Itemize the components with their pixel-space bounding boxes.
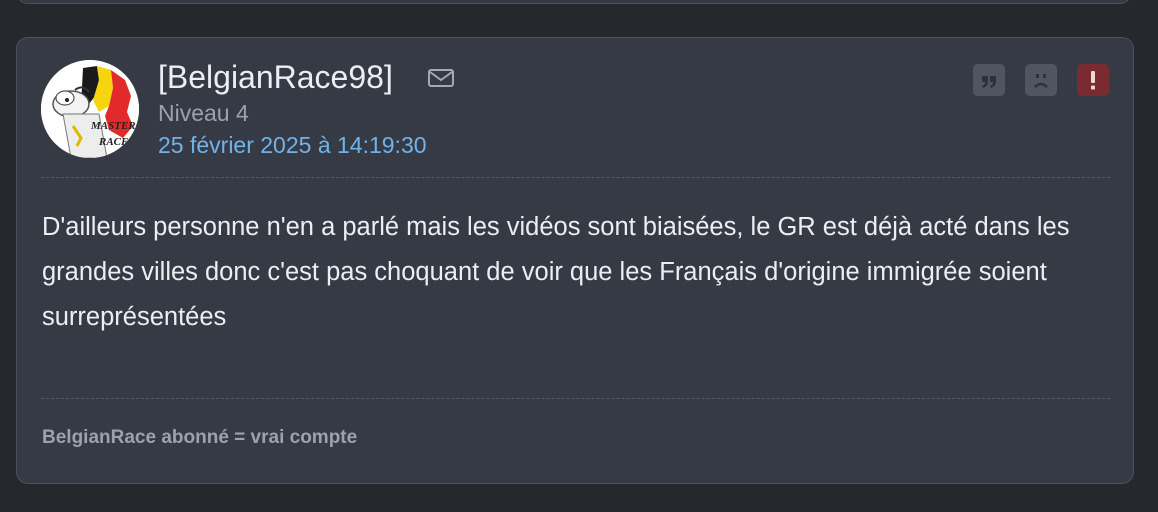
avatar-text-master: MASTER: [90, 120, 136, 132]
author-level: Niveau 4: [158, 100, 249, 126]
forum-post: MASTER RACE [BelgianRace98] Niveau 4 25 …: [16, 37, 1134, 484]
sad-face-icon: [1034, 74, 1048, 88]
sad-face-button[interactable]: [1025, 64, 1057, 96]
post-date[interactable]: 25 février 2025 à 14:19:30: [158, 131, 427, 159]
mail-icon[interactable]: [427, 67, 455, 89]
post-signature: BelgianRace abonné = vrai compte: [42, 427, 358, 448]
previous-post-card: [16, 0, 1132, 4]
exclamation-icon: [1091, 71, 1095, 90]
signature-divider: [41, 398, 1110, 399]
author-username[interactable]: [BelgianRace98]: [158, 57, 393, 97]
report-button[interactable]: [1077, 64, 1109, 96]
quote-button[interactable]: [973, 64, 1005, 96]
post-message: D'ailleurs personne n'en a parlé mais le…: [42, 213, 1070, 331]
avatar[interactable]: MASTER RACE: [41, 60, 139, 158]
header-divider: [41, 177, 1110, 178]
quote-icon: [982, 76, 996, 88]
avatar-text-race: RACE: [98, 136, 128, 148]
